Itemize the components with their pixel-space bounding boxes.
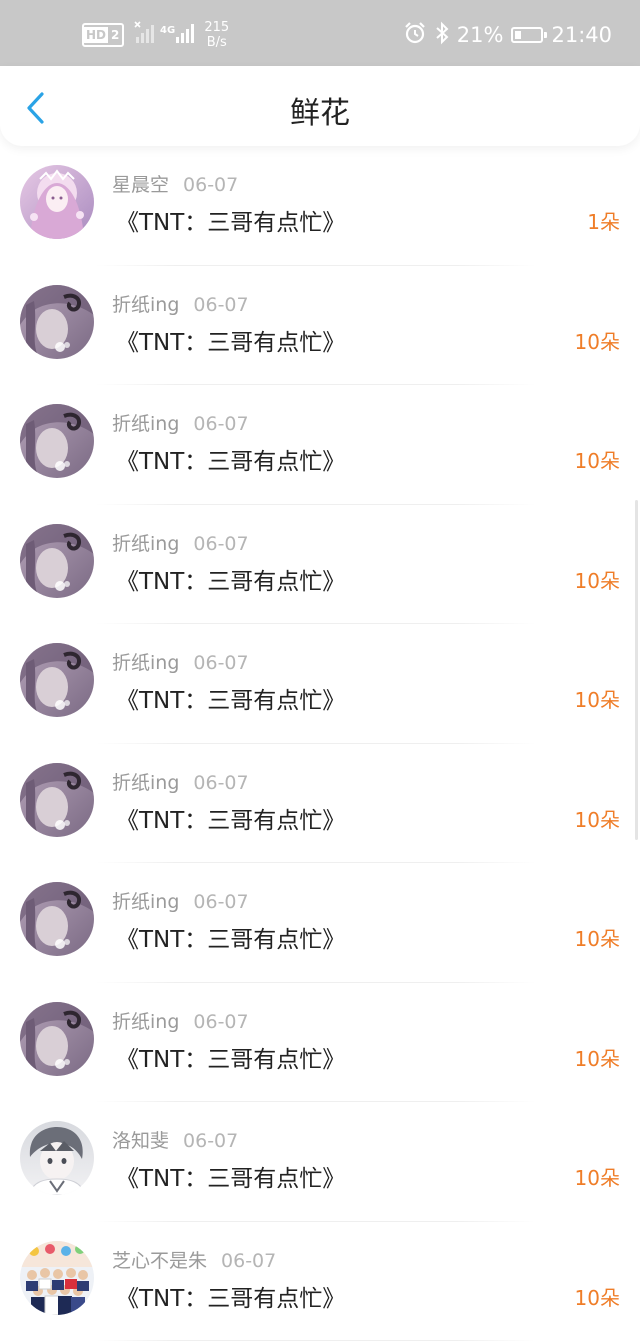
clock: 21:40 [551, 23, 612, 47]
list-item[interactable]: 星晨空 06-07 《TNT：三哥有点忙》 1朵 [0, 146, 640, 266]
username[interactable]: 折纸ing [112, 891, 179, 913]
book-title[interactable]: 《TNT：三哥有点忙》 [116, 1159, 345, 1193]
item-date: 06-07 [193, 294, 248, 316]
battery-icon [511, 27, 543, 43]
flower-count: 1朵 [587, 206, 620, 235]
avatar[interactable] [20, 285, 94, 359]
book-title[interactable]: 《TNT：三哥有点忙》 [116, 562, 345, 596]
book-title[interactable]: 《TNT：三哥有点忙》 [116, 1040, 345, 1074]
item-date: 06-07 [193, 891, 248, 913]
flower-count: 10朵 [575, 923, 620, 952]
username[interactable]: 折纸ing [112, 294, 179, 316]
book-title[interactable]: 《TNT：三哥有点忙》 [116, 1279, 345, 1313]
item-date: 06-07 [193, 413, 248, 435]
status-right: 21% 21:40 [403, 18, 612, 52]
nav-bar: 鲜花 [0, 66, 640, 146]
flower-count: 10朵 [575, 804, 620, 833]
item-meta: 星晨空 06-07 [112, 170, 238, 197]
book-title[interactable]: 《TNT：三哥有点忙》 [116, 323, 345, 357]
hd-label: HD [84, 27, 108, 43]
flower-list: 星晨空 06-07 《TNT：三哥有点忙》 1朵折纸ing 06-07 《TNT：三哥有点… [0, 146, 640, 1341]
avatar[interactable] [20, 643, 94, 717]
item-meta: 折纸ing 06-07 [112, 887, 249, 914]
list-item[interactable]: 折纸ing 06-07 《TNT：三哥有点忙》 10朵 [0, 863, 640, 983]
item-date: 06-07 [193, 533, 248, 555]
status-left: HD 2 4G 215 [82, 18, 229, 52]
book-title[interactable]: 《TNT：三哥有点忙》 [116, 801, 345, 835]
username[interactable]: 折纸ing [112, 652, 179, 674]
status-bar: HD 2 4G 215 [0, 0, 640, 66]
avatar[interactable] [20, 165, 94, 239]
scrollbar[interactable] [635, 500, 638, 840]
flower-count: 10朵 [575, 326, 620, 355]
list-item[interactable]: 折纸ing 06-07 《TNT：三哥有点忙》 10朵 [0, 266, 640, 386]
network-label: 4G [160, 25, 175, 36]
item-meta: 折纸ing 06-07 [112, 648, 249, 675]
avatar[interactable] [20, 524, 94, 598]
book-title[interactable]: 《TNT：三哥有点忙》 [116, 442, 345, 476]
username[interactable]: 星晨空 [112, 174, 169, 196]
username[interactable]: 折纸ing [112, 413, 179, 435]
list-item[interactable]: 芝心不是朱 06-07 《TNT：三哥有点忙》 10朵 [0, 1222, 640, 1341]
book-title[interactable]: 《TNT：三哥有点忙》 [116, 203, 345, 237]
username[interactable]: 折纸ing [112, 533, 179, 555]
avatar[interactable] [20, 763, 94, 837]
speed-unit: B/s [204, 35, 229, 50]
sim-label: 2 [108, 27, 122, 43]
item-meta: 折纸ing 06-07 [112, 290, 249, 317]
list-item[interactable]: 折纸ing 06-07 《TNT：三哥有点忙》 10朵 [0, 385, 640, 505]
item-meta: 折纸ing 06-07 [112, 529, 249, 556]
avatar[interactable] [20, 404, 94, 478]
username[interactable]: 折纸ing [112, 1011, 179, 1033]
item-meta: 芝心不是朱 06-07 [112, 1246, 276, 1273]
username[interactable]: 洛知斐 [112, 1130, 169, 1152]
item-meta: 折纸ing 06-07 [112, 768, 249, 795]
avatar[interactable] [20, 1241, 94, 1315]
flower-count: 10朵 [575, 1043, 620, 1072]
item-date: 06-07 [193, 1011, 248, 1033]
book-title[interactable]: 《TNT：三哥有点忙》 [116, 920, 345, 954]
flower-count: 10朵 [575, 565, 620, 594]
username[interactable]: 芝心不是朱 [112, 1250, 207, 1272]
avatar[interactable] [20, 1002, 94, 1076]
avatar[interactable] [20, 882, 94, 956]
avatar[interactable] [20, 1121, 94, 1195]
item-date: 06-07 [183, 1130, 238, 1152]
item-date: 06-07 [183, 174, 238, 196]
item-meta: 折纸ing 06-07 [112, 409, 249, 436]
hd-icon: HD 2 [82, 23, 124, 47]
item-date: 06-07 [193, 772, 248, 794]
bluetooth-icon [435, 21, 449, 50]
book-title[interactable]: 《TNT：三哥有点忙》 [116, 681, 345, 715]
flower-count: 10朵 [575, 1282, 620, 1311]
signal-icon: 4G [134, 21, 196, 49]
list-item[interactable]: 洛知斐 06-07 《TNT：三哥有点忙》 10朵 [0, 1102, 640, 1222]
item-meta: 洛知斐 06-07 [112, 1126, 238, 1153]
speed-value: 215 [204, 20, 229, 35]
list-item[interactable]: 折纸ing 06-07 《TNT：三哥有点忙》 10朵 [0, 983, 640, 1103]
battery-percent: 21% [457, 23, 504, 47]
page-title: 鲜花 [0, 88, 640, 132]
username[interactable]: 折纸ing [112, 772, 179, 794]
network-speed: 215 B/s [204, 20, 229, 50]
list-item[interactable]: 折纸ing 06-07 《TNT：三哥有点忙》 10朵 [0, 624, 640, 744]
item-meta: 折纸ing 06-07 [112, 1007, 249, 1034]
item-date: 06-07 [193, 652, 248, 674]
list-item[interactable]: 折纸ing 06-07 《TNT：三哥有点忙》 10朵 [0, 744, 640, 864]
flower-count: 10朵 [575, 684, 620, 713]
flower-count: 10朵 [575, 445, 620, 474]
item-date: 06-07 [221, 1250, 276, 1272]
battery-level [515, 31, 521, 39]
list-item[interactable]: 折纸ing 06-07 《TNT：三哥有点忙》 10朵 [0, 505, 640, 625]
alarm-icon [403, 21, 427, 50]
flower-count: 10朵 [575, 1162, 620, 1191]
